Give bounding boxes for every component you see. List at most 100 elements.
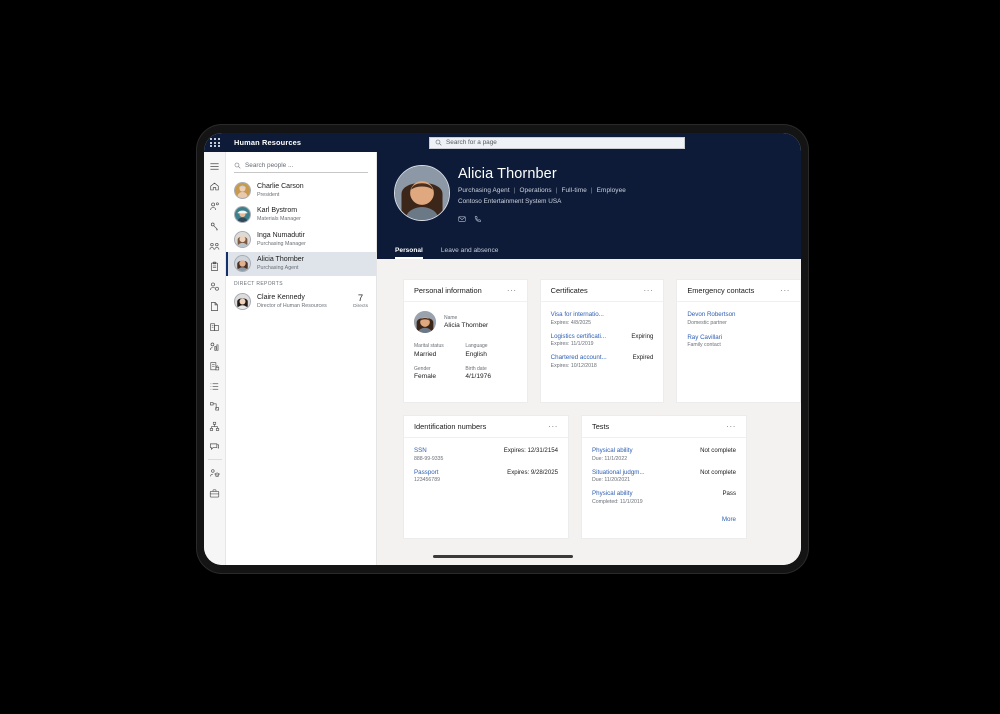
rail-divider	[207, 459, 222, 460]
more-options-icon[interactable]: ···	[548, 422, 558, 431]
card-title: Emergency contacts	[687, 286, 755, 295]
identification-link[interactable]: Passport	[414, 469, 440, 476]
meta-separator: |	[555, 187, 558, 194]
test-entry: Situational judgm... Due: 11/20/2021	[592, 469, 645, 484]
list-item-alicia-thornber[interactable]: Alicia Thornber Purchasing Agent	[226, 251, 376, 276]
more-link[interactable]: More	[592, 512, 736, 523]
card-title: Tests	[592, 422, 610, 431]
app-launcher-icon[interactable]	[204, 133, 226, 152]
test-link[interactable]: Physical ability	[592, 490, 643, 497]
test-link[interactable]: Physical ability	[592, 447, 633, 454]
person-gear-icon[interactable]	[204, 276, 226, 296]
profile-meta-type: Full-time	[561, 187, 587, 194]
card-title: Certificates	[550, 286, 588, 295]
identification-expiry: Expires: 12/31/2154	[503, 447, 558, 454]
direct-reports-label: DIRECT REPORTS	[234, 281, 283, 287]
card-header: Certificates ···	[540, 280, 664, 302]
page-search-input[interactable]: Search for a page	[429, 136, 685, 149]
phone-icon[interactable]	[474, 210, 482, 228]
briefcase-icon[interactable]	[204, 483, 226, 503]
field-value-name: Alicia Thornber	[444, 322, 489, 330]
more-options-icon[interactable]: ···	[780, 286, 790, 295]
certificate-entry: Visa for internatio... Expires: 4/8/2025	[551, 311, 604, 326]
more-options-icon[interactable]: ···	[507, 286, 517, 295]
more-options-icon[interactable]: ···	[644, 286, 654, 295]
status-badge: Pass	[722, 490, 736, 497]
avatar	[234, 230, 251, 248]
identification-link[interactable]: SSN	[414, 447, 443, 454]
hamburger-menu-icon[interactable]	[204, 156, 226, 176]
profile-meta-dept: Operations	[519, 187, 552, 194]
status-badge: Not complete	[700, 447, 736, 454]
person-name: Inga Numadutir	[257, 231, 305, 239]
clipboard-icon[interactable]	[204, 256, 226, 276]
people-panel: Search people ... Charlie Carson Preside…	[226, 152, 377, 565]
card-title: Identification numbers	[414, 422, 487, 431]
profile-meta-status: Employee	[596, 187, 626, 194]
list-item-karl-bystrom[interactable]: Karl Bystrom Materials Manager	[226, 203, 376, 228]
certificate-expiry: Expires: 10/12/2018	[550, 362, 597, 369]
field-gender: Gender Female	[414, 366, 465, 381]
person-chart-icon[interactable]	[204, 336, 226, 356]
certificate-link[interactable]: Logistics certificati...	[551, 333, 606, 340]
profile-company: Contoso Entertainment System USA	[458, 197, 562, 205]
list-item: Physical ability Completed: 11/1/2019 Pa…	[592, 490, 736, 505]
person-key-icon[interactable]	[204, 216, 226, 236]
profile-header: Alicia Thornber Purchasing Agent | Operati…	[377, 152, 801, 259]
test-date: Completed: 11/1/2019	[592, 498, 643, 505]
identification-entry: Passport 123456789	[414, 469, 440, 484]
people-search-placeholder: Search people ...	[245, 162, 294, 169]
cards-row-1: Personal information ··· Name Alicia Tho…	[403, 279, 801, 403]
home-icon[interactable]	[204, 176, 226, 196]
card-body: Physical ability Due: 11/1/2022 Not comp…	[582, 438, 746, 523]
top-navigation-bar: Human Resources Search for a page	[204, 133, 801, 152]
test-entry: Physical ability Completed: 11/1/2019	[592, 490, 643, 505]
person-badge-icon[interactable]	[204, 196, 226, 216]
identification-number: 888-99-9335	[414, 455, 444, 462]
certificate-link[interactable]: Visa for internatio...	[551, 311, 604, 318]
people-search-input[interactable]: Search people ...	[234, 159, 368, 173]
list-icon[interactable]	[204, 376, 226, 396]
contact-link[interactable]: Devon Robertson	[687, 311, 790, 318]
search-icon	[234, 162, 241, 169]
chat-icon[interactable]	[204, 436, 226, 456]
avatar	[234, 292, 251, 310]
test-entry: Physical ability Due: 11/1/2022	[592, 447, 633, 462]
field-value: Female	[414, 373, 436, 380]
tab-leave-and-absence[interactable]: Leave and absence	[441, 247, 499, 259]
list-item: Ray Cavillari Family contact	[687, 334, 790, 349]
report-lock-icon[interactable]	[204, 356, 226, 376]
certificate-expiry: Expires: 11/1/2019	[550, 341, 594, 347]
contact-link[interactable]: Ray Cavillari	[687, 334, 790, 341]
personal-info-name: Name Alicia Thornber	[444, 315, 488, 330]
test-link[interactable]: Situational judgm...	[592, 469, 645, 476]
document-tag-icon[interactable]	[204, 296, 226, 316]
people-group-icon[interactable]	[204, 236, 226, 256]
more-options-icon[interactable]: ···	[726, 422, 736, 431]
avatar	[234, 206, 251, 224]
hierarchy-icon[interactable]	[204, 416, 226, 436]
field-language: Language English	[465, 343, 516, 358]
person-name: Karl Bystrom	[257, 207, 298, 215]
contact-relation: Domestic partner	[687, 319, 727, 326]
learning-icon[interactable]	[204, 463, 226, 483]
left-icon-rail	[204, 152, 226, 565]
certificate-entry: Logistics certificati... Expires: 11/1/2…	[551, 333, 606, 348]
list-item-charlie-carson[interactable]: Charlie Carson President	[226, 178, 376, 203]
list-item: Passport 123456789 Expires: 9/28/2025	[414, 469, 558, 484]
email-icon[interactable]	[458, 210, 466, 228]
card-personal-information: Personal information ··· Name Alicia Tho…	[403, 279, 528, 403]
card-body: Name Alicia Thornber Marital status Marr…	[404, 302, 527, 380]
contact-relation: Family contact	[687, 342, 721, 348]
test-date: Due: 11/20/2021	[592, 477, 630, 483]
field-value: English	[465, 350, 487, 358]
list-item-claire-kennedy[interactable]: Claire Kennedy Director of Human Resourc…	[226, 289, 376, 314]
certificate-link[interactable]: Chartered account...	[551, 354, 607, 361]
field-label-name: Name	[444, 314, 458, 321]
identification-expiry: Expires: 9/28/2025	[507, 468, 558, 476]
profile-contact-icons	[458, 210, 801, 228]
list-item-inga-numadutir[interactable]: Inga Numadutir Purchasing Manager	[226, 227, 376, 252]
tab-personal[interactable]: Personal	[395, 247, 423, 259]
workflow-icon[interactable]	[204, 396, 226, 416]
buildings-icon[interactable]	[204, 316, 226, 336]
